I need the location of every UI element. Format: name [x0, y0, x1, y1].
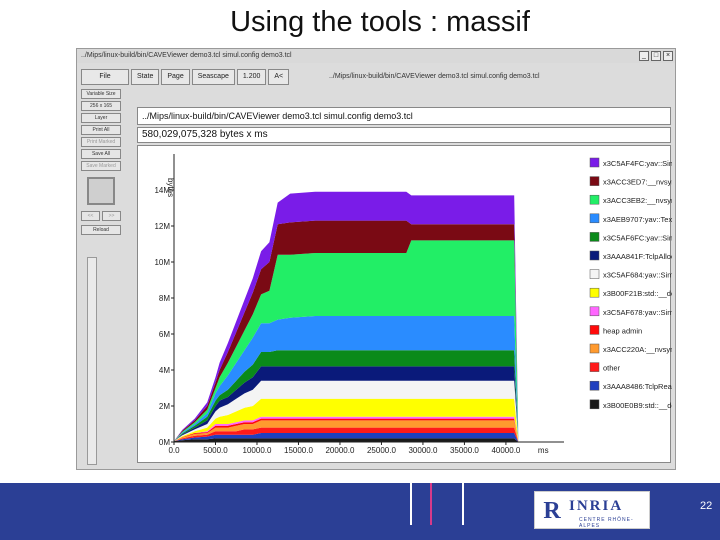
legend-swatch	[589, 213, 600, 224]
legend-label: x3C5AF684:yav::SimuTetra3	[603, 271, 672, 280]
legend-label: x3C5AF6FC:yav::SimuTetra3	[603, 233, 672, 242]
legend-swatch	[589, 269, 600, 279]
y-tick-label: 14M	[154, 186, 170, 195]
legend-label: x3AAA8486:TclpRealloc	[603, 382, 672, 391]
x-tick-label: 25000.0	[367, 446, 396, 455]
footer-divider	[430, 483, 432, 525]
legend-label: x3C5AF678:yav::SimuTetra3	[603, 308, 672, 317]
variable-size-button[interactable]: Variable Size	[81, 89, 121, 99]
footer-divider	[410, 483, 412, 525]
file-path-field: ../Mips/linux-build/bin/CAVEViewer demo3…	[137, 107, 671, 125]
page-number: 22	[700, 500, 713, 512]
x-tick-label: 35000.0	[450, 446, 479, 455]
legend-label: x3ACC3EB2:__nvsym18241	[603, 196, 672, 205]
zoom-field[interactable]: 1.200	[236, 69, 267, 85]
x-tick-label: 5000.0	[203, 446, 228, 455]
bytes-total-field: 580,029,075,328 bytes x ms	[137, 127, 671, 143]
logo-mark-icon: R	[543, 498, 561, 524]
window-controls: _ □ ×	[639, 51, 673, 61]
y-tick-label: 12M	[154, 222, 170, 231]
x-tick-label: 40000.0	[491, 446, 520, 455]
print-all-button[interactable]: Print All	[81, 125, 121, 135]
file-menu-button[interactable]: File	[81, 69, 129, 85]
window-title: ../Mips/linux-build/bin/CAVEViewer demo3…	[81, 52, 292, 59]
x-tick-label: 20000.0	[325, 446, 354, 455]
legend-swatch	[589, 157, 600, 168]
massif-graph-area: bytes 0M 2M 4M 6M 8M 10M 12M 14M 0.0 5000.0 10000.0…	[137, 145, 672, 463]
x-tick-label: 0.0	[168, 446, 180, 455]
legend-swatch	[589, 306, 600, 317]
sidebar: Variable Size 256 x 165 Layer Print All …	[81, 89, 123, 237]
minimize-button[interactable]: _	[639, 51, 649, 61]
legend-label: other	[603, 364, 621, 373]
legend-label: x3C5AF4FC:yav::SimuTetra3	[603, 159, 672, 168]
maximize-button[interactable]: □	[651, 51, 661, 61]
x-tick-label: 30000.0	[408, 446, 437, 455]
y-tick-label: 4M	[159, 366, 170, 375]
x-tick-label: 10000.0	[243, 446, 272, 455]
page-arrows: << >>	[81, 211, 123, 223]
slide-title: Using the tools : massif	[230, 6, 530, 38]
y-tick-label: 8M	[159, 294, 170, 303]
page-slider[interactable]	[87, 257, 97, 465]
y-tick-label: 10M	[154, 258, 170, 267]
page-preview-button[interactable]	[87, 177, 115, 205]
legend-label: x3ACC3ED7:__nvsym18242	[603, 178, 672, 187]
legend-swatch	[589, 250, 600, 261]
legend-swatch	[589, 232, 600, 242]
legend-swatch	[589, 343, 600, 354]
area-series-0	[174, 438, 519, 442]
slide-footer: R INRIA CENTRE RHÔNE-ALPES	[0, 483, 720, 540]
legend-swatch	[589, 325, 600, 335]
x-tick-label: 15000.0	[284, 446, 313, 455]
legend-swatch	[589, 194, 600, 205]
y-tick-label: 6M	[159, 330, 170, 339]
menu-path-label: ../Mips/linux-build/bin/CAVEViewer demo3…	[329, 73, 540, 80]
x-axis-label: ms	[538, 446, 549, 455]
reload-button[interactable]: Reload	[81, 225, 121, 235]
legend-label: x3ACC220A:__nvsym18144	[603, 345, 672, 354]
page-button[interactable]: Page	[161, 69, 190, 85]
next-page-button[interactable]: >>	[102, 211, 121, 221]
back-button[interactable]: A<	[268, 69, 290, 85]
size-display[interactable]: 256 x 165	[81, 101, 121, 111]
state-button[interactable]: State	[131, 69, 160, 85]
save-all-button[interactable]: Save All	[81, 149, 121, 159]
footer-divider	[462, 483, 464, 525]
legend-label: x3B00F21B:std::__default_	[603, 289, 672, 298]
seascape-button[interactable]: Seascape	[191, 69, 235, 85]
y-tick-label: 2M	[159, 402, 170, 411]
save-marked-button[interactable]: Save Marked	[81, 161, 121, 171]
legend-swatch	[589, 380, 600, 391]
legend-label: heap admin	[603, 326, 642, 335]
inria-logo: R INRIA CENTRE RHÔNE-ALPES	[534, 491, 650, 529]
logo-text: INRIA	[569, 498, 624, 514]
legend-label: x3B00E0B9:std::__default_	[603, 401, 672, 410]
massif-chart: bytes0M2M4M6M8M10M12M14M0.0 5000.0 10000.0…	[154, 154, 672, 455]
legend-swatch	[589, 287, 600, 298]
logo-subtitle: CENTRE RHÔNE-ALPES	[579, 517, 634, 529]
caveviewer-window: ../Mips/linux-build/bin/CAVEViewer demo3…	[76, 48, 676, 470]
prev-page-button[interactable]: <<	[81, 211, 100, 221]
layer-button[interactable]: Layer	[81, 113, 121, 123]
menubar: File State Page Seascape 1.200 A<	[81, 69, 290, 85]
legend-swatch	[589, 176, 600, 186]
legend-swatch	[589, 399, 600, 410]
print-marked-button[interactable]: Print Marked	[81, 137, 121, 147]
close-button[interactable]: ×	[663, 51, 673, 61]
window-titlebar[interactable]: ../Mips/linux-build/bin/CAVEViewer demo3…	[77, 49, 675, 63]
legend-label: x3AAA841F:TclpAlloc	[603, 252, 672, 261]
legend-swatch	[589, 362, 600, 372]
legend-label: x3AEB9707:yav::Texture2D::	[603, 215, 672, 224]
